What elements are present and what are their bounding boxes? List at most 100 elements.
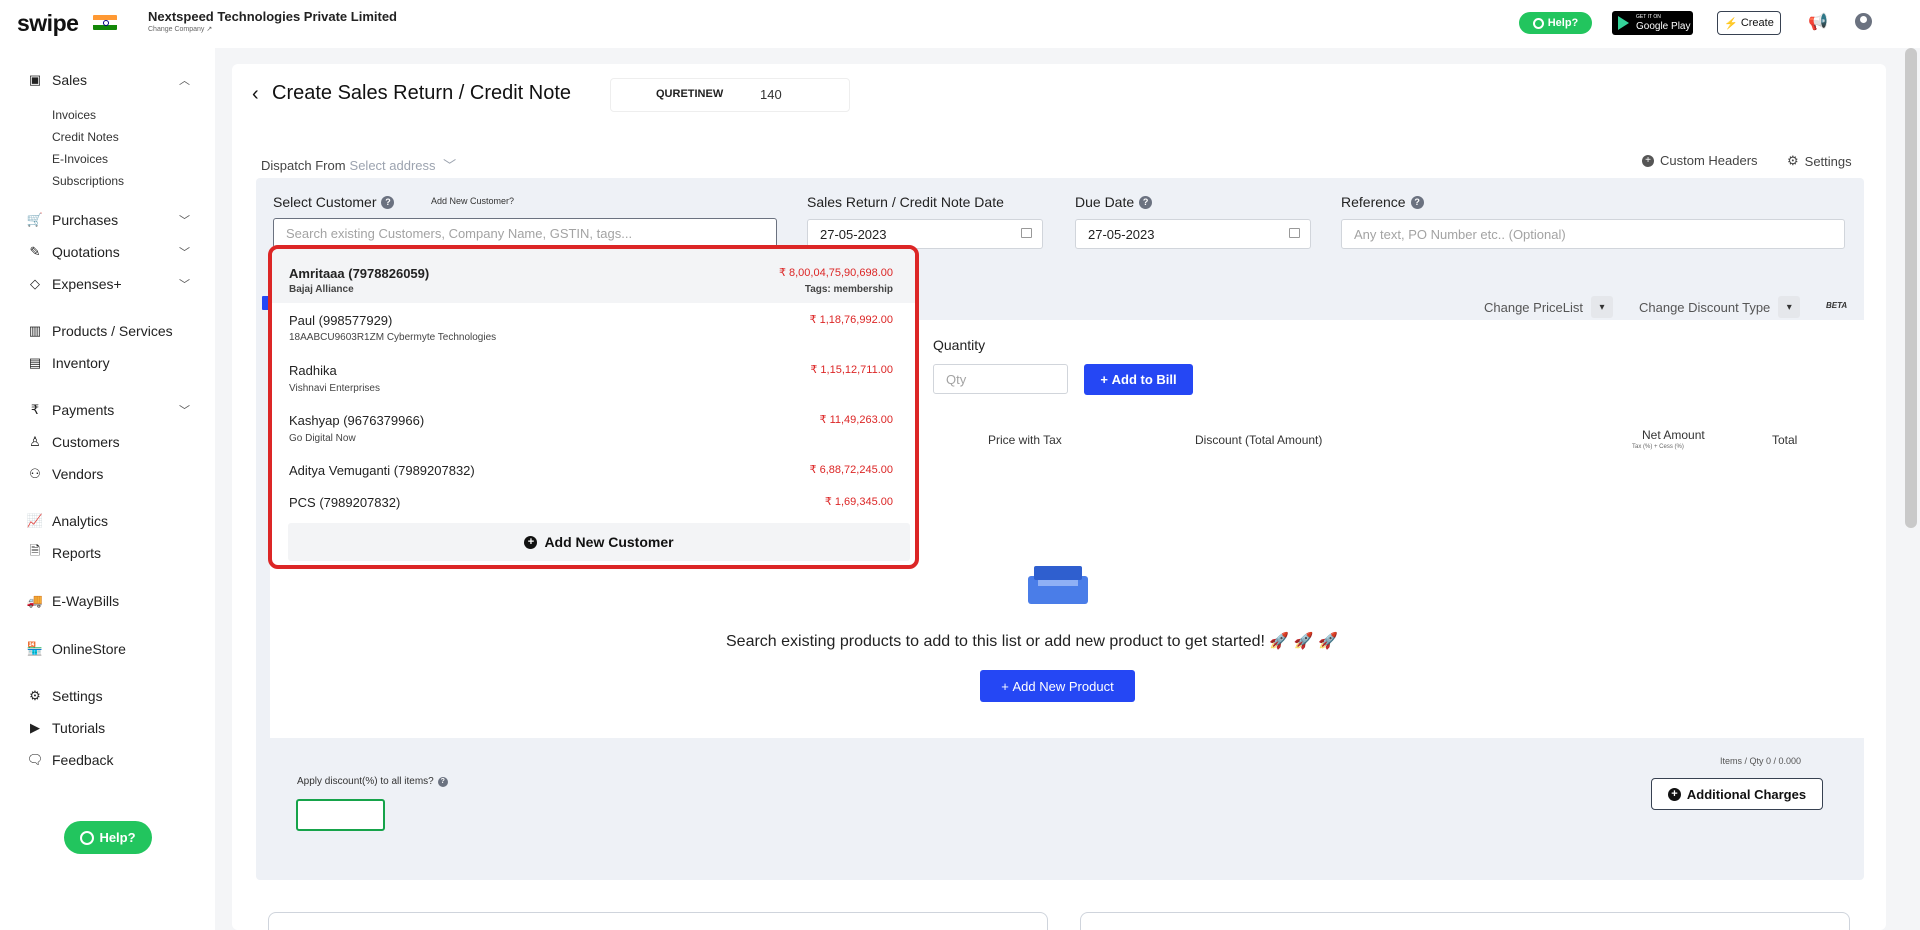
document-number-field[interactable]: QURETINEW 140 xyxy=(610,78,850,112)
customer-balance: ₹ 1,69,345.00 xyxy=(824,496,893,508)
add-new-customer-link[interactable]: Add New Customer? xyxy=(431,196,514,206)
sidebar-item-vendors[interactable]: ⚇ Vendors xyxy=(27,466,103,482)
customer-company: Vishnavi Enterprises xyxy=(289,383,380,394)
megaphone-icon[interactable]: 📢 xyxy=(1808,12,1830,32)
th-price-with-tax: Price with Tax xyxy=(988,433,1062,447)
sidebar-item-ewaybills[interactable]: 🚚 E-WayBills xyxy=(27,593,119,609)
sidebar-item-analytics[interactable]: 📈 Analytics xyxy=(27,513,108,529)
add-product-label: Add New Product xyxy=(1012,678,1114,694)
customer-search-input[interactable]: Search existing Customers, Company Name,… xyxy=(273,218,777,248)
sidebar-item-tutorials[interactable]: ▶ Tutorials xyxy=(27,720,105,736)
custom-headers-label: Custom Headers xyxy=(1660,153,1758,168)
sidebar-sub-invoices[interactable]: Invoices xyxy=(52,108,96,122)
chevron-up-icon: ︿ xyxy=(179,75,190,87)
sidebar-item-feedback[interactable]: 🗨 Feedback xyxy=(27,752,114,768)
customer-company: Bajaj Alliance xyxy=(289,284,354,295)
chevron-down-icon[interactable]: ▾ xyxy=(1591,296,1613,318)
change-pricelist-label: Change PriceList xyxy=(1484,299,1583,315)
dropdown-add-new-customer-button[interactable]: + Add New Customer xyxy=(288,523,910,561)
sidebar-help-button[interactable]: Help? xyxy=(64,821,152,854)
change-pricelist[interactable]: Change PriceList ▾ xyxy=(1484,296,1613,318)
sidebar-item-expenses[interactable]: ◇ Expenses+ ﹀ xyxy=(27,276,190,292)
sidebar-item-onlinestore[interactable]: 🏪 OnlineStore xyxy=(27,641,126,657)
customer-tags: Tags: membership xyxy=(804,284,893,295)
calendar-icon xyxy=(1021,228,1032,238)
sidebar-sub-subscriptions[interactable]: Subscriptions xyxy=(52,174,124,188)
sidebar-item-purchases[interactable]: 🛒 Purchases ﹀ xyxy=(27,212,190,228)
user-icon: ♙ xyxy=(29,434,41,449)
create-button[interactable]: ⚡ Create xyxy=(1717,11,1781,35)
gplay-big-text: Google Play xyxy=(1636,21,1691,32)
youtube-icon: ▶ xyxy=(30,720,40,735)
custom-headers-link[interactable]: + Custom Headers xyxy=(1642,153,1758,168)
sidebar-item-settings[interactable]: ⚙ Settings xyxy=(27,688,102,704)
swipe-logo[interactable]: swipe xyxy=(17,10,79,37)
chevron-down-icon: ﹀ xyxy=(179,405,190,417)
add-to-bill-button[interactable]: + Add to Bill xyxy=(1084,364,1193,395)
additional-charges-button[interactable]: + Additional Charges xyxy=(1651,778,1823,810)
customer-balance: ₹ 8,00,04,75,90,698.00 xyxy=(778,267,893,279)
chevron-down-icon: ﹀ xyxy=(179,215,190,227)
account-icon[interactable] xyxy=(1855,13,1872,30)
sidebar-item-reports[interactable]: 🗎 Reports xyxy=(27,543,101,561)
bottom-card-left xyxy=(268,912,1048,930)
sidebar-item-payments[interactable]: ₹ Payments ﹀ xyxy=(27,402,190,418)
discount-percent-input[interactable] xyxy=(296,799,385,831)
add-new-product-button[interactable]: + Add New Product xyxy=(980,670,1135,702)
sidebar-label: Tutorials xyxy=(52,720,106,736)
sidebar-label: Quotations xyxy=(52,244,120,260)
label-text: Due Date xyxy=(1075,194,1135,210)
help-circle-icon: ? xyxy=(437,776,448,787)
customer-option[interactable]: Radhika Vishnavi Enterprises ₹ 1,15,12,7… xyxy=(272,353,915,403)
reference-input[interactable]: Any text, PO Number etc.. (Optional) xyxy=(1341,219,1845,249)
due-date-input[interactable]: 27-05-2023 xyxy=(1075,219,1311,249)
help-label: Help? xyxy=(99,830,136,845)
analytics-icon: 📈 xyxy=(26,513,44,528)
customer-name: PCS (7989207832) xyxy=(289,495,401,510)
sidebar-item-inventory[interactable]: ▤ Inventory xyxy=(27,355,110,371)
sidebar-item-quotations[interactable]: ✎ Quotations ﹀ xyxy=(27,244,190,260)
customer-option[interactable]: Paul (998577929) 18AABCU9603R1ZM Cybermy… xyxy=(272,303,915,353)
quantity-input[interactable]: Qty xyxy=(933,364,1068,394)
help-circle-icon: ? xyxy=(381,195,395,209)
sidebar-item-customers[interactable]: ♙ Customers xyxy=(27,434,120,450)
plus-icon: + xyxy=(1001,678,1013,694)
sidebar-sub-e-invoices[interactable]: E-Invoices xyxy=(52,152,108,166)
customer-option[interactable]: Kashyap (9676379966) Go Digital Now ₹ 11… xyxy=(272,403,915,453)
customer-company: Go Digital Now xyxy=(289,433,356,444)
change-company-link[interactable]: Change Company ↗ xyxy=(148,25,212,33)
plus-circle-icon: + xyxy=(1667,787,1681,801)
sidebar-label: Feedback xyxy=(52,752,114,768)
sidebar-label: Payments xyxy=(52,402,115,418)
add-new-customer-label: Add New Customer xyxy=(544,534,674,550)
customer-option[interactable]: PCS (7989207832) ₹ 1,69,345.00 xyxy=(272,485,915,517)
sidebar-sub-credit-notes[interactable]: Credit Notes xyxy=(52,130,119,144)
pen-icon: ✎ xyxy=(29,244,41,259)
doc-prefix: QURETINEW xyxy=(656,88,724,100)
chevron-down-icon: ﹀ xyxy=(179,279,190,291)
sidebar-item-sales[interactable]: ▣ Sales ︿ xyxy=(27,72,190,88)
help-button[interactable]: Help? xyxy=(1519,12,1592,34)
dispatch-from[interactable]: Dispatch From Select address ﹀ xyxy=(261,155,456,174)
change-discount-label: Change Discount Type xyxy=(1639,299,1771,315)
settings-link[interactable]: ⚙ Settings xyxy=(1787,153,1852,169)
page-scrollbar[interactable] xyxy=(1905,48,1917,528)
chevron-down-icon[interactable]: ▾ xyxy=(1778,296,1801,318)
dispatch-select[interactable]: Select address xyxy=(350,158,436,173)
sidebar: ▣ Sales ︿ Invoices Credit Notes E-Invoices… xyxy=(0,48,215,930)
items-qty-summary: Items / Qty 0 / 0.000 xyxy=(1720,756,1802,766)
label-text: Apply discount(%) to all items? xyxy=(297,776,434,787)
bottom-card-right xyxy=(1080,912,1850,930)
due-date-label: Due Date? xyxy=(1075,194,1153,210)
change-discount-type[interactable]: Change Discount Type ▾ xyxy=(1639,296,1801,318)
google-play-button[interactable]: GET IT ON Google Play xyxy=(1612,11,1693,35)
sidebar-item-products[interactable]: ▥ Products / Services xyxy=(27,323,173,339)
top-bar: swipe Nextspeed Technologies Private Lim… xyxy=(0,0,1920,48)
customer-option[interactable]: Aditya Vemuganti (7989207832) ₹ 6,88,72,… xyxy=(272,453,915,485)
select-customer-label: Select Customer? xyxy=(273,194,395,210)
customer-option[interactable]: Amritaaa (7978826059) Bajaj Alliance ₹ 8… xyxy=(272,249,915,303)
quantity-label: Quantity xyxy=(933,337,986,353)
whatsapp-icon xyxy=(1532,17,1544,29)
customer-balance: ₹ 11,49,263.00 xyxy=(819,414,893,426)
back-arrow-icon[interactable]: ‹ xyxy=(252,83,259,106)
